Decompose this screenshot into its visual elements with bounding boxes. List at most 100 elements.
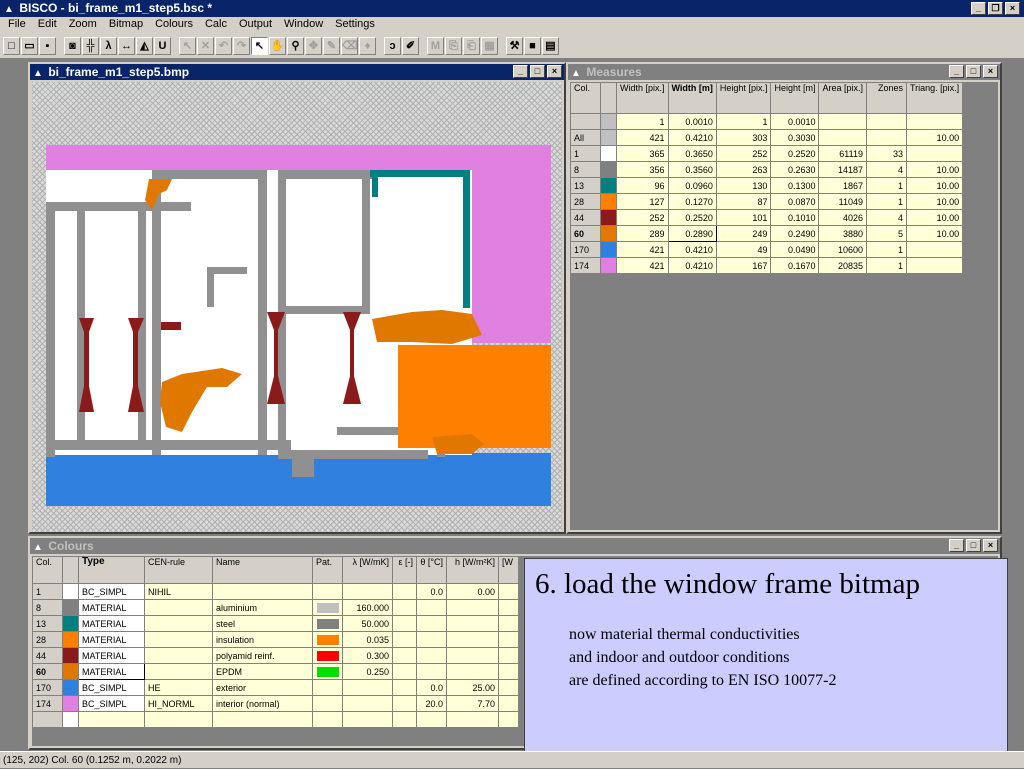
measures-cell-zones[interactable]: 4	[866, 209, 907, 226]
colours-cell-type[interactable]: MATERIAL	[78, 615, 145, 632]
measures-cell-h-m[interactable]: 0.3030	[770, 129, 820, 146]
pattern-swatch[interactable]	[312, 631, 343, 648]
hand-icon[interactable]: ✋	[269, 36, 286, 55]
measures-row[interactable]: 174 421 0.4210 167 0.1670 20835 1	[570, 257, 964, 274]
colours-cell-theta[interactable]	[416, 647, 447, 664]
minimize-icon[interactable]: _	[513, 65, 528, 78]
colours-cell-lambda[interactable]: 0.035	[342, 631, 393, 648]
measures-cell-h-m[interactable]: 0.0870	[770, 193, 820, 210]
width-arrow-icon[interactable]: ↔	[118, 36, 135, 55]
colours-cell-col[interactable]: 170	[32, 679, 63, 696]
colours-cell-name[interactable]: exterior	[212, 679, 313, 696]
menu-settings[interactable]: Settings	[329, 17, 381, 33]
cross-icon[interactable]: ✕	[197, 36, 214, 55]
colours-cell-h[interactable]	[446, 599, 499, 616]
measures-cell-col[interactable]: 28	[570, 193, 601, 210]
colours-cell-h[interactable]	[446, 663, 499, 680]
colours-cell-type[interactable]: BC_SIMPL	[78, 583, 145, 600]
measures-row[interactable]: 8 356 0.3560 263 0.2630 14187 4 10.00	[570, 161, 964, 178]
measures-row[interactable]: 1 365 0.3650 252 0.2520 61119 33	[570, 145, 964, 162]
colours-cell-lambda[interactable]: 50.000	[342, 615, 393, 632]
colours-cell-lambda[interactable]: 0.300	[342, 647, 393, 664]
menu-edit[interactable]: Edit	[32, 17, 63, 33]
fill-icon[interactable]: ✎	[323, 36, 340, 55]
measures-cell-w-m[interactable]: 0.4210	[667, 257, 717, 274]
color-swatch[interactable]	[62, 695, 79, 712]
minimize-icon[interactable]: _	[971, 2, 986, 15]
close-icon[interactable]: ×	[547, 65, 562, 78]
measures-cell-zones[interactable]: 33	[866, 145, 907, 162]
menu-file[interactable]: File	[2, 17, 32, 33]
measures-cell-area[interactable]: 20835	[818, 257, 867, 274]
colours-cell-type[interactable]: BC_SIMPL	[78, 679, 145, 696]
colours-cell-col[interactable]: 8	[32, 599, 63, 616]
measures-cell-h-pix[interactable]: 263	[715, 161, 772, 178]
colours-cell-name[interactable]: insulation	[212, 631, 313, 648]
color-swatch[interactable]	[600, 241, 617, 258]
colours-row[interactable]: 170 BC_SIMPL HE exterior 0.0 25.00	[32, 679, 519, 696]
pointer-icon[interactable]: ↖	[179, 36, 196, 55]
color-swatch[interactable]	[600, 209, 617, 226]
menu-zoom[interactable]: Zoom	[63, 17, 103, 33]
triangle-mesh-icon[interactable]: ◭	[136, 36, 153, 55]
colours-cell-cen[interactable]: HE	[144, 679, 213, 696]
color-swatch[interactable]	[600, 113, 617, 130]
measures-cell-area[interactable]: 3880	[818, 225, 867, 242]
measures-cell-h-m[interactable]: 0.0010	[770, 113, 820, 130]
colours-cell-extra[interactable]	[498, 583, 519, 600]
measures-cell-h-m[interactable]: 0.0490	[770, 241, 820, 258]
measures-cell-area[interactable]: 10600	[818, 241, 867, 258]
colours-row[interactable]: 60 MATERIAL EPDM 0.250	[32, 663, 519, 680]
measures-cell-triang[interactable]: 10.00	[905, 177, 964, 194]
measures-cell-zones[interactable]	[866, 113, 907, 130]
measures-cell-w-m[interactable]: 0.2890	[667, 225, 717, 242]
colours-cell-lambda[interactable]	[342, 583, 393, 600]
colours-cell-h[interactable]	[446, 647, 499, 664]
colours-cell-theta[interactable]: 20.0	[416, 695, 447, 712]
curve-icon[interactable]: ↄ	[384, 36, 401, 55]
measures-cell-zones[interactable]	[866, 129, 907, 146]
measures-cell-w-m[interactable]: 0.0010	[667, 113, 717, 130]
colours-cell-eps[interactable]	[392, 679, 417, 696]
measures-cell-area[interactable]: 4026	[818, 209, 867, 226]
colours-cell-eps[interactable]	[392, 583, 417, 600]
color-swatch[interactable]	[600, 177, 617, 194]
colours-cell-col[interactable]: 1	[32, 583, 63, 600]
color-swatch[interactable]	[600, 257, 617, 274]
colours-cell-type[interactable]: MATERIAL	[78, 631, 145, 648]
colours-table[interactable]: Col. Type CEN-rule Name Pat. λ [W/mK] ε …	[32, 556, 519, 728]
measures-cell-h-pix[interactable]: 167	[715, 257, 772, 274]
color-swatch[interactable]	[62, 647, 79, 664]
measures-cell-w-m[interactable]: 0.3650	[667, 145, 717, 162]
color-swatch[interactable]	[62, 631, 79, 648]
measures-cell-triang[interactable]	[905, 257, 964, 274]
measures-cell-h-m[interactable]: 0.1010	[770, 209, 820, 226]
measures-cell-triang[interactable]: 10.00	[905, 129, 964, 146]
measures-cell-h-m[interactable]: 0.2630	[770, 161, 820, 178]
colours-cell-eps[interactable]	[392, 695, 417, 712]
colours-cell-cen[interactable]	[144, 615, 213, 632]
select-arrow-icon[interactable]: ↖	[251, 36, 268, 55]
measures-cell-w-m[interactable]: 0.3560	[667, 161, 717, 178]
colours-cell-theta[interactable]	[416, 663, 447, 680]
measures-cell-h-pix[interactable]: 252	[715, 145, 772, 162]
measures-row[interactable]: 170 421 0.4210 49 0.0490 10600 1	[570, 241, 964, 258]
camera-icon[interactable]: ◙	[64, 36, 81, 55]
move-icon[interactable]: ✥	[305, 36, 322, 55]
colours-cell-eps[interactable]	[392, 599, 417, 616]
colours-row[interactable]: 28 MATERIAL insulation 0.035	[32, 631, 519, 648]
colours-cell-lambda[interactable]	[342, 679, 393, 696]
colours-cell-eps[interactable]	[392, 647, 417, 664]
colours-cell-name[interactable]: polyamid reinf.	[212, 647, 313, 664]
measures-cell-w-m[interactable]: 0.1270	[667, 193, 717, 210]
colours-cell-cen[interactable]	[144, 647, 213, 664]
colours-cell-name[interactable]	[212, 583, 313, 600]
color-swatch[interactable]	[62, 583, 79, 600]
measures-cell-h-m[interactable]: 0.2520	[770, 145, 820, 162]
measures-cell-triang[interactable]	[905, 241, 964, 258]
colours-cell-cen[interactable]: NIHIL	[144, 583, 213, 600]
colours-cell-type[interactable]: BC_SIMPL	[78, 695, 145, 712]
dropper-icon[interactable]: ♦	[359, 36, 376, 55]
u-value-icon[interactable]: U	[154, 36, 171, 55]
measures-cell-area[interactable]	[818, 129, 867, 146]
